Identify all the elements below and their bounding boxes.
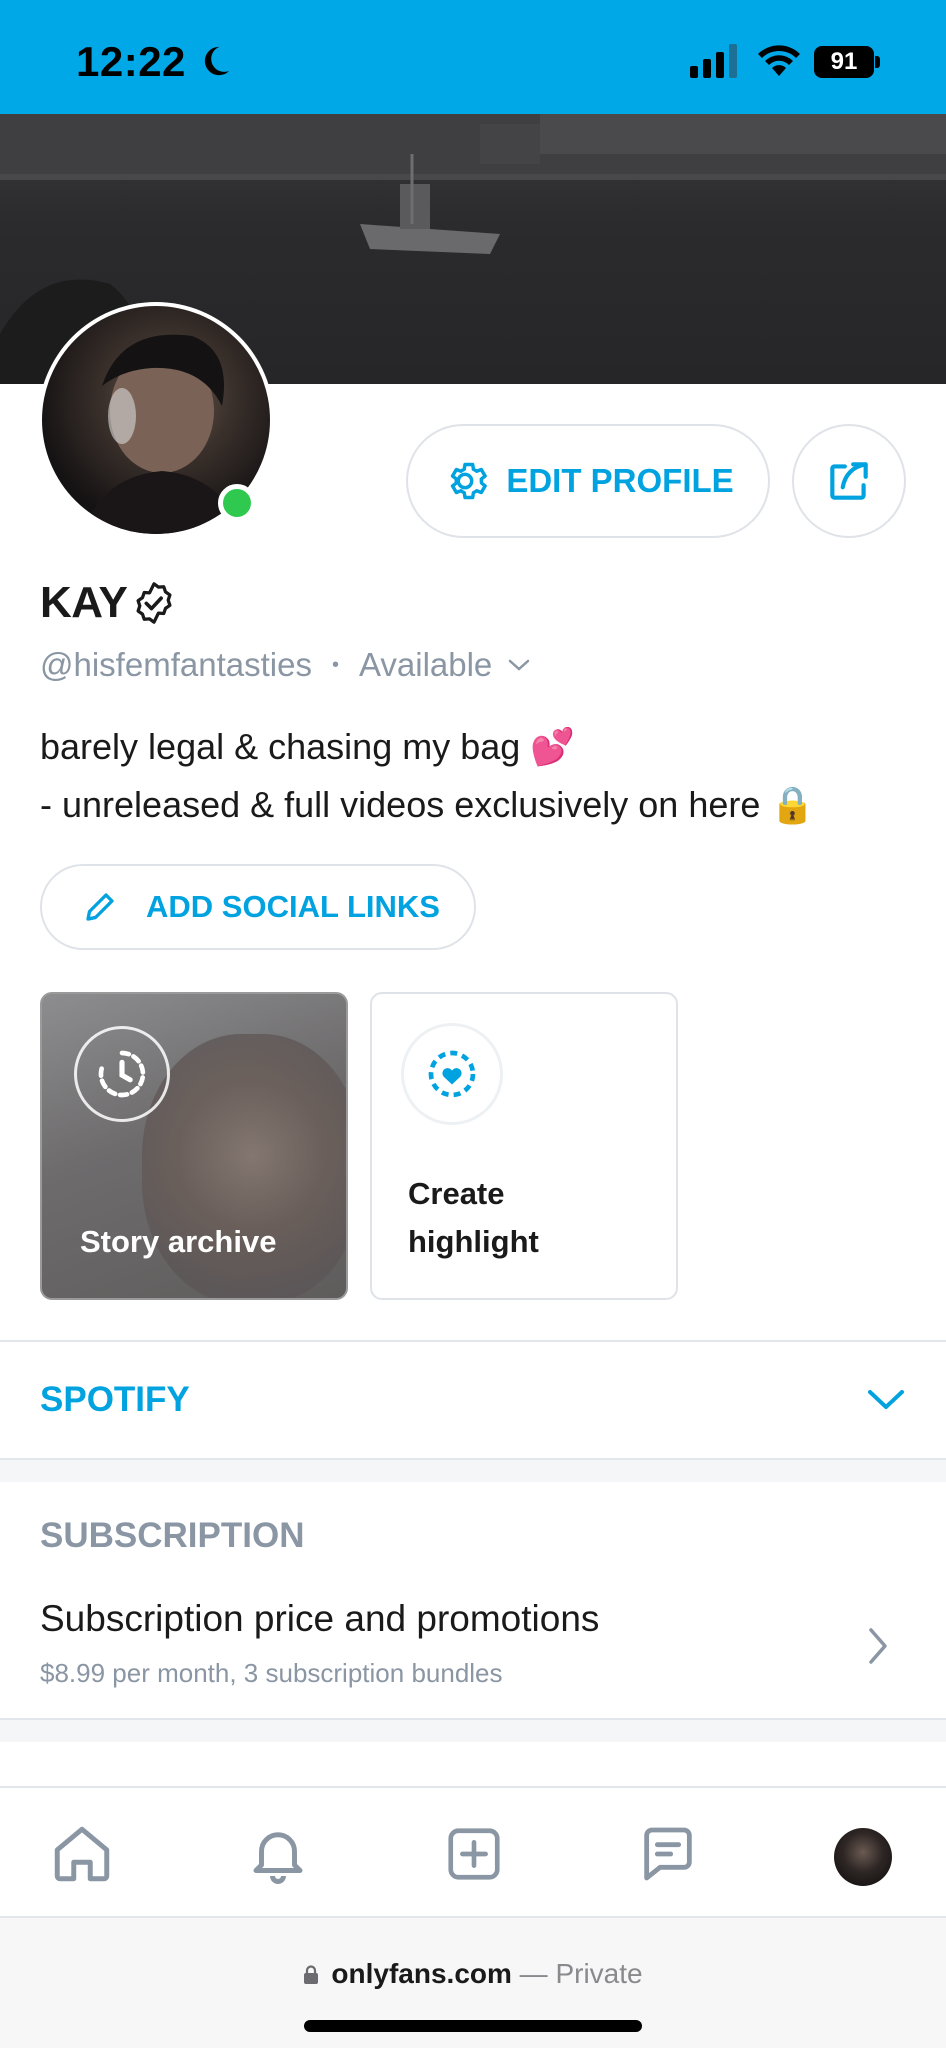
availability-selector[interactable]: Available — [359, 646, 530, 684]
section-gap — [0, 1720, 946, 1742]
wifi-icon — [758, 45, 800, 76]
bio-line: barely legal & chasing my bag 💕 — [40, 726, 576, 767]
profile-name: KAY — [40, 578, 128, 627]
chevron-right-icon — [869, 1628, 887, 1664]
profile-handle: @hisfemfantasties — [40, 646, 312, 683]
status-time: 12:22 — [76, 38, 186, 85]
section-gap — [0, 1460, 946, 1482]
handle-row: @hisfemfantasties • Available — [40, 646, 530, 684]
tab-new-post[interactable] — [440, 1820, 508, 1888]
tab-messages[interactable] — [634, 1820, 702, 1888]
chevron-down-icon — [868, 1390, 904, 1409]
tab-home[interactable] — [48, 1820, 116, 1888]
story-archive-card[interactable]: Story archive — [40, 992, 348, 1300]
profile-bio: barely legal & chasing my bag 💕 - unrele… — [40, 718, 815, 834]
url-host: onlyfans.com — [331, 1958, 512, 1989]
bell-icon — [253, 1832, 303, 1884]
subscription-price-row[interactable]: Subscription price and promotions $8.99 … — [0, 1584, 946, 1704]
dot-separator: • — [331, 653, 339, 676]
moon-icon — [204, 46, 230, 76]
battery-level: 91 — [830, 48, 858, 75]
add-social-links-label: ADD SOCIAL LINKS — [146, 889, 440, 924]
archive-thumbnail — [142, 1034, 346, 1298]
message-icon — [644, 1827, 692, 1881]
gear-icon — [451, 462, 488, 500]
share-button[interactable] — [792, 424, 906, 538]
url-display: onlyfans.com — Private — [0, 1958, 946, 1990]
bio-line: - unreleased & full videos exclusively o… — [40, 784, 816, 825]
spotify-label: SPOTIFY — [40, 1380, 190, 1419]
subscription-title: Subscription price and promotions — [40, 1598, 600, 1639]
add-social-links-button[interactable]: ADD SOCIAL LINKS — [40, 864, 476, 950]
edit-profile-button[interactable]: EDIT PROFILE — [406, 424, 770, 538]
subscription-description: $8.99 per month, 3 subscription bundles — [40, 1658, 503, 1688]
chevron-down-icon — [509, 659, 530, 671]
online-status-dot — [218, 484, 256, 522]
subscription-header: SUBSCRIPTION — [40, 1516, 305, 1555]
edit-profile-label: EDIT PROFILE — [506, 462, 734, 499]
story-archive-label: Story archive — [80, 1224, 277, 1259]
history-clock-icon — [74, 1026, 170, 1122]
lock-icon — [304, 1965, 319, 1984]
create-highlight-label: Create highlight — [408, 1176, 539, 1259]
url-private-label: — Private — [511, 1958, 643, 1989]
browser-address-bar[interactable]: onlyfans.com — Private — [0, 1918, 946, 2048]
cellular-signal-icon — [690, 44, 737, 78]
home-indicator — [304, 2020, 642, 2032]
bottom-tab-bar — [0, 1786, 946, 1918]
verified-badge-icon — [136, 582, 172, 624]
battery-indicator: 91 — [814, 46, 880, 78]
heart-circle-icon — [404, 1026, 500, 1122]
availability-label: Available — [358, 646, 493, 683]
share-icon — [830, 462, 868, 500]
plus-square-icon — [448, 1828, 500, 1880]
tab-profile-avatar[interactable] — [834, 1828, 892, 1886]
profile-name-row: KAY — [40, 578, 177, 628]
pencil-icon — [86, 893, 114, 921]
status-bar: 12:22 91 — [0, 0, 946, 114]
create-highlight-card[interactable]: Create highlight — [370, 992, 678, 1300]
tab-notifications[interactable] — [244, 1820, 312, 1888]
home-icon — [54, 1826, 110, 1882]
spotify-section[interactable]: SPOTIFY — [0, 1342, 946, 1458]
